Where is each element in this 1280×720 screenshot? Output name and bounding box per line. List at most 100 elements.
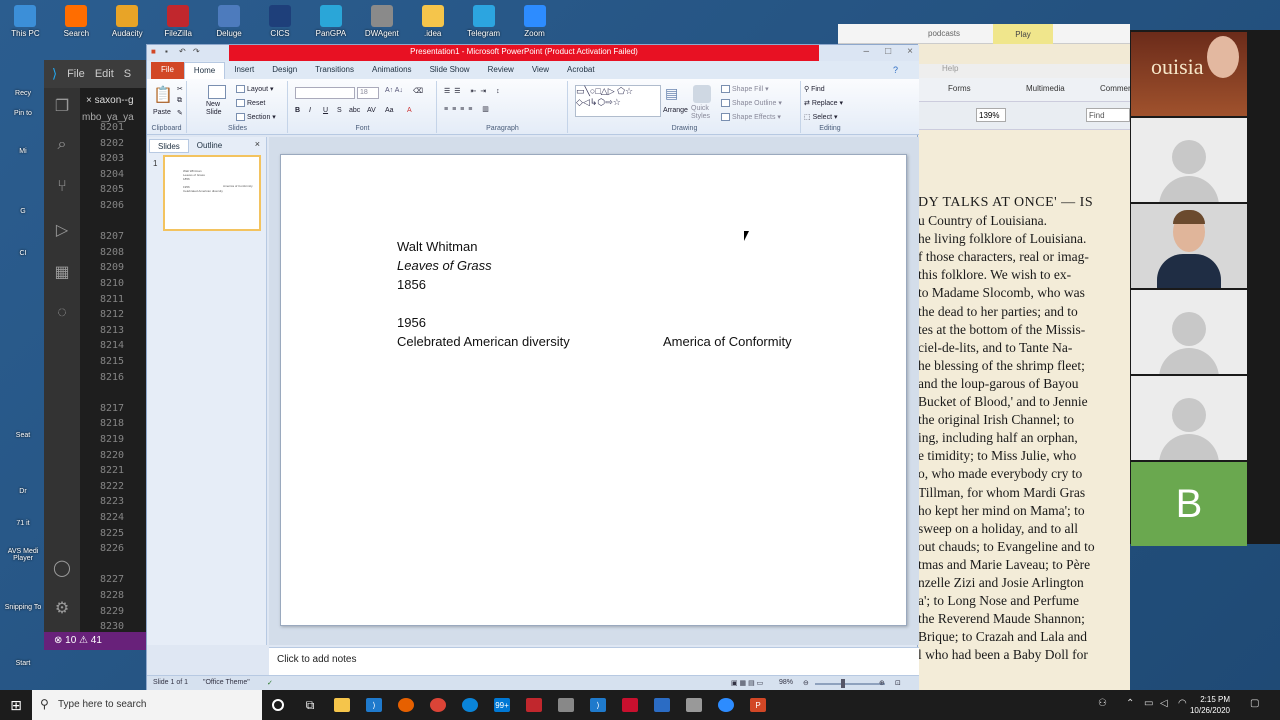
cut-icon[interactable]: ✂ bbox=[177, 85, 183, 93]
mail-icon[interactable]: 99+ bbox=[486, 690, 518, 720]
new-slide-icon[interactable] bbox=[208, 85, 226, 99]
desktop-shortcut[interactable]: Search bbox=[51, 0, 102, 44]
desktop-shortcut[interactable]: PanGPA bbox=[305, 0, 356, 44]
volume-icon[interactable]: ◁ bbox=[1160, 698, 1168, 709]
paste-button[interactable]: Paste bbox=[153, 109, 171, 116]
account-icon[interactable]: ◯ bbox=[52, 558, 72, 578]
edge-icon[interactable]: ◌ bbox=[52, 304, 72, 324]
desktop-left-label[interactable]: Start bbox=[2, 660, 44, 667]
taskbar-search[interactable]: ⚲ Type here to search bbox=[32, 690, 262, 720]
vscode-taskbar-icon[interactable]: ⟩ bbox=[358, 690, 390, 720]
desktop-left-label[interactable]: 71 it bbox=[2, 520, 44, 527]
maximize-icon[interactable]: □ bbox=[885, 46, 891, 57]
avatar-tile-1[interactable] bbox=[1131, 118, 1247, 202]
desktop-shortcut[interactable]: FileZilla bbox=[153, 0, 204, 44]
select-button[interactable]: ⬚ Select ▾ bbox=[804, 113, 838, 121]
save-icon[interactable]: ▪ bbox=[165, 47, 175, 57]
desktop-shortcut[interactable]: This PC bbox=[0, 0, 51, 44]
tab-outline[interactable]: Outline bbox=[189, 139, 230, 153]
format-painter-icon[interactable]: ✎ bbox=[177, 109, 183, 117]
powerpoint-window[interactable]: ■ ▪ ↶ ↷ Presentation1 - Microsoft PowerP… bbox=[146, 44, 919, 691]
ribbon-tab-file[interactable]: File bbox=[151, 62, 184, 79]
section-button[interactable]: Section ▾ bbox=[236, 113, 276, 122]
multimedia-button[interactable]: Multimedia bbox=[1026, 84, 1065, 93]
desktop-shortcut[interactable]: Telegram bbox=[458, 0, 509, 44]
desktop-shortcut[interactable]: CICS bbox=[255, 0, 306, 44]
zoom-slider-handle[interactable] bbox=[841, 679, 845, 688]
settings-gear-icon[interactable]: ⚙ bbox=[52, 598, 72, 618]
explorer-icon[interactable]: ❐ bbox=[52, 96, 72, 116]
outlook-icon[interactable] bbox=[646, 690, 678, 720]
extensions-icon[interactable]: ▦ bbox=[52, 262, 72, 282]
security-app-icon[interactable] bbox=[518, 690, 550, 720]
slide-canvas[interactable]: Walt Whitman Leaves of Grass 1856 1956 Celeb… bbox=[280, 154, 907, 626]
notification-icon[interactable]: ▢ bbox=[1250, 698, 1259, 709]
strikethrough-button[interactable]: abc bbox=[349, 107, 360, 114]
layout-button[interactable]: Layout ▾ bbox=[236, 85, 274, 94]
slide-textbox-left[interactable]: Walt Whitman Leaves of Grass 1856 1956 Celeb… bbox=[397, 237, 570, 351]
run-debug-icon[interactable]: ▷ bbox=[52, 220, 72, 240]
italic-button[interactable]: I bbox=[309, 107, 311, 114]
desktop-left-label[interactable]: CI bbox=[2, 250, 44, 257]
desktop-left-label[interactable]: AVS Medi Player bbox=[2, 548, 44, 562]
clear-format-icon[interactable]: ⌫ bbox=[413, 87, 423, 95]
zoom-out-icon[interactable]: ⊖ bbox=[803, 679, 809, 687]
play-button[interactable]: Play bbox=[993, 24, 1053, 44]
ribbon-tab-view[interactable]: View bbox=[523, 62, 558, 79]
zoom-percent[interactable]: 98% bbox=[779, 679, 793, 686]
vscode-taskbar-icon-2[interactable]: ⟩ bbox=[582, 690, 614, 720]
participant-initial-tile[interactable]: B bbox=[1131, 462, 1247, 546]
network-app-icon[interactable] bbox=[550, 690, 582, 720]
taskbar-clock[interactable]: 2:15 PM 10/26/2020 bbox=[1190, 694, 1230, 716]
font-size-select[interactable]: 18 bbox=[357, 87, 379, 99]
shape-fill-button[interactable]: Shape Fill ▾ bbox=[721, 85, 769, 94]
video-tile-1[interactable]: ouisia bbox=[1131, 32, 1247, 116]
powerpoint-taskbar-icon[interactable]: P bbox=[742, 690, 774, 720]
ribbon-tab-slide-show[interactable]: Slide Show bbox=[421, 62, 479, 79]
status-bar-problems[interactable]: ⊗ 10 ⚠ 41 bbox=[44, 632, 154, 650]
arrange-button[interactable]: Arrange bbox=[663, 107, 688, 114]
cortana-icon[interactable] bbox=[262, 690, 294, 720]
vscode-editor-tab[interactable]: × saxon--g bbox=[80, 88, 154, 112]
desktop-left-label[interactable]: G bbox=[2, 208, 44, 215]
firefox-icon[interactable] bbox=[390, 690, 422, 720]
shapes-gallery[interactable]: ▭╲○□△▷ ⬠☆ ◇◁↳⬡⇨☆ bbox=[575, 85, 661, 117]
new-slide-button[interactable]: New Slide bbox=[206, 101, 230, 117]
ribbon-tab-design[interactable]: Design bbox=[263, 62, 306, 79]
slide-textbox-right[interactable]: America of Conformity bbox=[663, 334, 792, 349]
align-buttons-icon[interactable]: ≡≡≡≡ ▥ bbox=[444, 105, 493, 113]
desktop-shortcut[interactable]: .idea bbox=[407, 0, 458, 44]
ribbon-tab-home[interactable]: Home bbox=[183, 62, 226, 79]
zoom-taskbar-icon[interactable] bbox=[710, 690, 742, 720]
minimize-icon[interactable]: – bbox=[864, 46, 870, 57]
zoom-level-field[interactable]: 139% bbox=[976, 108, 1006, 122]
edge-taskbar-icon[interactable] bbox=[454, 690, 486, 720]
arrange-icon[interactable]: ▤ bbox=[665, 85, 678, 102]
grow-font-icon[interactable]: A↑ A↓ bbox=[385, 87, 403, 94]
font-name-select[interactable] bbox=[295, 87, 355, 99]
quick-styles-button[interactable]: Quick Styles bbox=[691, 105, 713, 121]
status-theme[interactable]: "Office Theme" bbox=[203, 679, 250, 686]
view-buttons[interactable]: ▣ ▦ ▤ ▭ bbox=[731, 679, 763, 687]
shadow-button[interactable]: S bbox=[337, 107, 342, 114]
list-buttons-icon[interactable]: ☰☰ ⇤⇥ ↕ bbox=[444, 87, 504, 95]
vscode-menu-file[interactable]: File bbox=[67, 68, 85, 80]
shape-effects-button[interactable]: Shape Effects ▾ bbox=[721, 113, 781, 122]
ribbon-tab-review[interactable]: Review bbox=[479, 62, 523, 79]
zoom-in-icon[interactable]: ⊕ bbox=[879, 679, 885, 687]
find-button[interactable]: ⚲ Find bbox=[804, 85, 825, 93]
desktop-left-label[interactable]: Seat bbox=[2, 432, 44, 439]
close-icon[interactable]: × bbox=[86, 95, 95, 106]
desktop-shortcut[interactable]: DWAgent bbox=[356, 0, 407, 44]
char-spacing-button[interactable]: AV bbox=[367, 107, 376, 114]
pdf-tab-title[interactable]: podcasts bbox=[928, 29, 960, 38]
fit-to-window-icon[interactable]: ⊡ bbox=[895, 679, 901, 687]
shape-outline-button[interactable]: Shape Outline ▾ bbox=[721, 99, 782, 108]
tab-slides[interactable]: Slides bbox=[149, 139, 189, 153]
chrome-icon[interactable] bbox=[422, 690, 454, 720]
avatar-tile-2[interactable] bbox=[1131, 290, 1247, 374]
person-icon[interactable]: ⚇ bbox=[1098, 698, 1107, 709]
file-explorer-icon[interactable] bbox=[326, 690, 358, 720]
close-window-icon[interactable]: × bbox=[907, 46, 913, 57]
help-icon[interactable]: ? bbox=[893, 65, 898, 75]
